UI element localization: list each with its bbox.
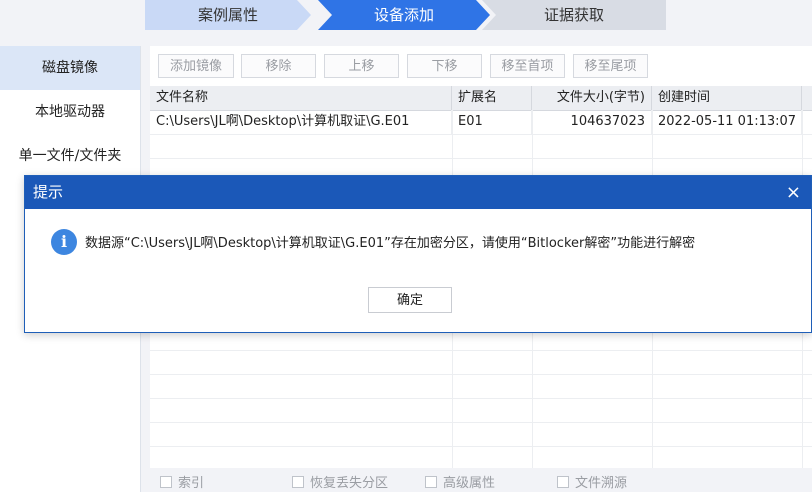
ok-button[interactable]: 确定 [368,287,452,313]
dialog-message: 数据源“C:\Users\JL啊\Desktop\计算机取证\G.E01”存在加… [85,236,696,251]
info-icon: i [51,229,77,255]
alert-dialog: 提示 × i 数据源“C:\Users\JL啊\Desktop\计算机取证\G.… [24,175,812,333]
dialog-title: 提示 [25,176,811,209]
close-icon[interactable]: × [786,176,801,209]
modal-overlay: 提示 × i 数据源“C:\Users\JL啊\Desktop\计算机取证\G.… [0,0,812,492]
